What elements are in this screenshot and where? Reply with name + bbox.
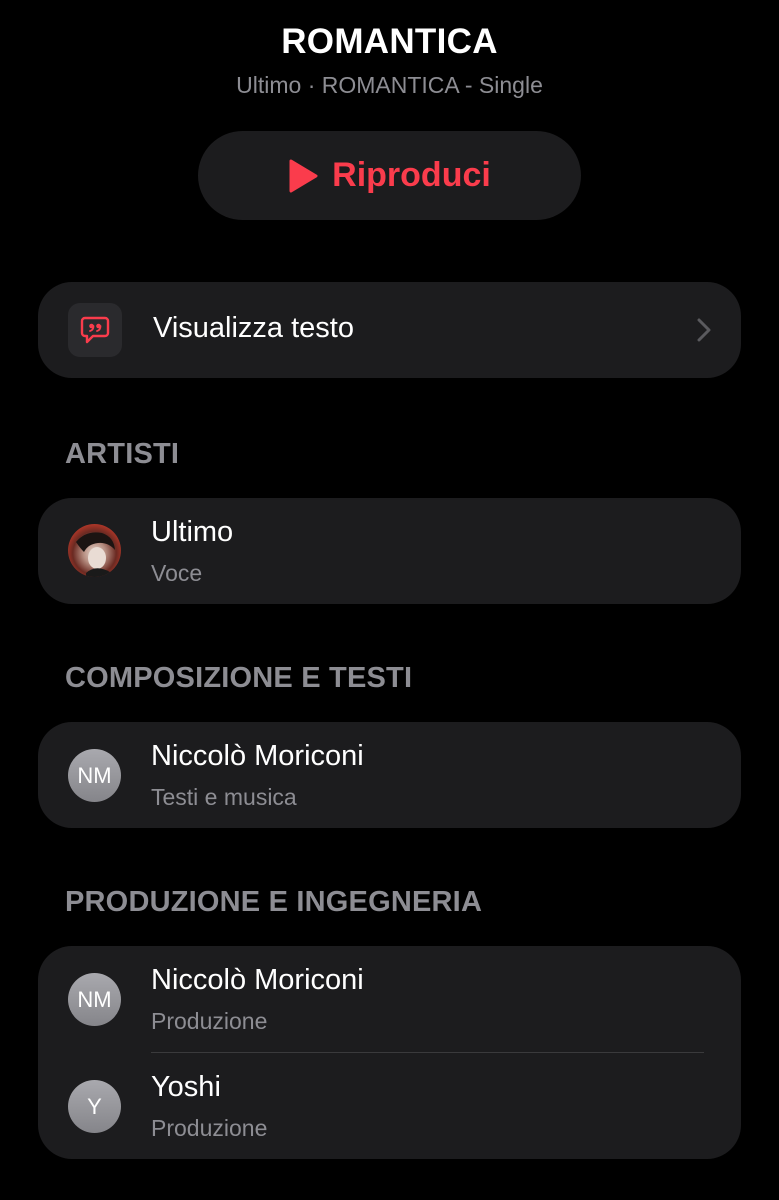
list-item[interactable]: NM Niccolò Moriconi Testi e musica — [38, 722, 741, 828]
row-name: Niccolò Moriconi — [151, 964, 364, 996]
section-header-production: PRODUZIONE E INGEGNERIA — [65, 886, 483, 918]
list-item[interactable]: Y Yoshi Produzione — [38, 1053, 741, 1159]
song-title: ROMANTICA — [281, 22, 498, 61]
production-card: NM Niccolò Moriconi Produzione Y Yoshi P… — [38, 946, 741, 1159]
row-role: Testi e musica — [151, 784, 297, 810]
avatar: NM — [68, 973, 121, 1026]
row-name: Ultimo — [151, 516, 234, 548]
lyrics-quote-icon — [68, 303, 122, 357]
play-button[interactable]: Riproduci — [198, 131, 581, 220]
play-icon — [288, 159, 318, 193]
list-item[interactable]: NM Niccolò Moriconi Produzione — [38, 946, 741, 1052]
section-header-artists: ARTISTI — [65, 438, 180, 470]
view-lyrics-row[interactable]: Visualizza testo — [38, 282, 741, 378]
row-role: Produzione — [151, 1008, 268, 1034]
composition-card: NM Niccolò Moriconi Testi e musica — [38, 722, 741, 828]
row-name: Niccolò Moriconi — [151, 740, 364, 772]
play-button-label: Riproduci — [332, 156, 491, 194]
row-role: Voce — [151, 560, 203, 586]
avatar: Y — [68, 1080, 121, 1133]
artists-card: Ultimo Voce — [38, 498, 741, 604]
chevron-right-icon — [697, 318, 711, 347]
section-header-composition: COMPOSIZIONE E TESTI — [65, 662, 413, 694]
avatar — [68, 524, 121, 577]
song-subtitle: Ultimo · ROMANTICA - Single — [236, 72, 543, 98]
view-lyrics-label: Visualizza testo — [153, 312, 354, 344]
row-role: Produzione — [151, 1115, 268, 1141]
list-item[interactable]: Ultimo Voce — [38, 498, 741, 604]
avatar: NM — [68, 749, 121, 802]
row-name: Yoshi — [151, 1071, 221, 1103]
